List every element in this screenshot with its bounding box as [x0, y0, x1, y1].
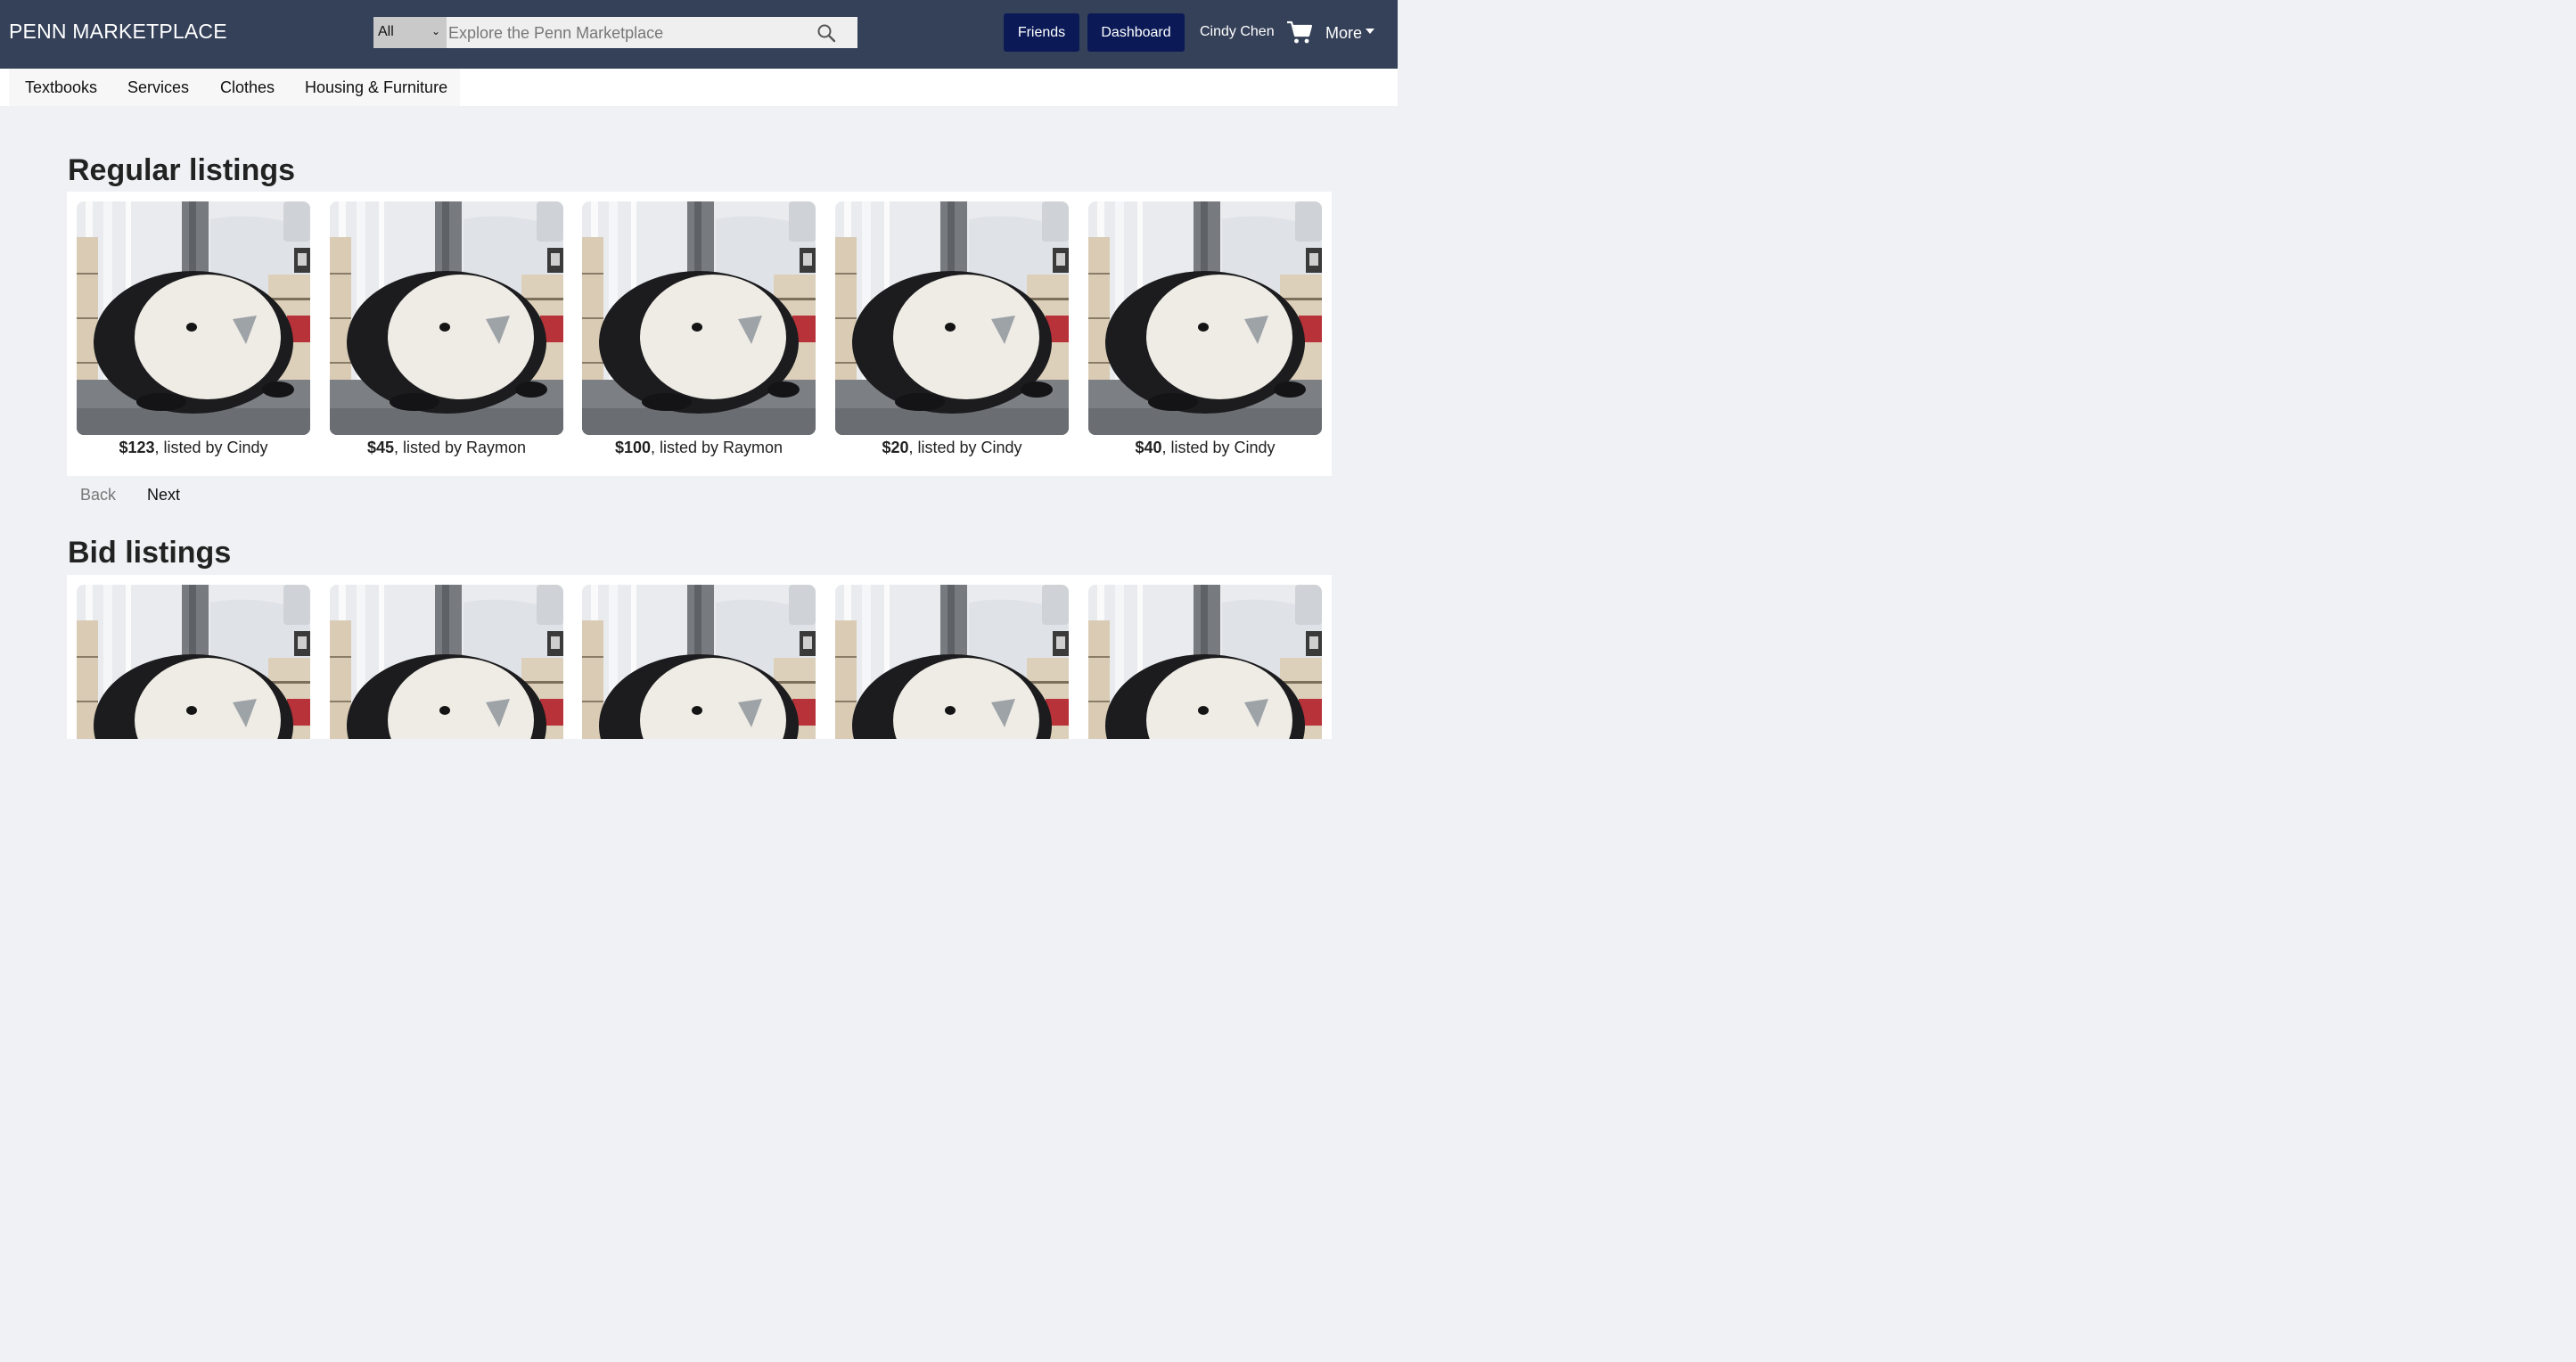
listing-price: $40: [1135, 439, 1162, 456]
cart-icon[interactable]: [1286, 19, 1313, 45]
listing-price: $100: [614, 439, 651, 456]
category-services[interactable]: Services: [127, 78, 189, 97]
listing-image[interactable]: [582, 201, 816, 435]
listing-seller: , listed by Cindy: [908, 439, 1022, 456]
listing-caption: $20, listed by Cindy: [835, 439, 1069, 457]
bid-listings-heading: Bid listings: [68, 536, 232, 570]
next-button[interactable]: Next: [147, 486, 180, 505]
category-clothes[interactable]: Clothes: [220, 78, 275, 97]
category-tabs: Textbooks Services Clothes Housing & Fur…: [9, 69, 460, 106]
caret-down-icon[interactable]: [1366, 29, 1374, 34]
category-select-value: All: [378, 24, 394, 39]
bid-listing-card[interactable]: [77, 585, 310, 739]
bid-listing-card[interactable]: [1088, 585, 1322, 739]
listing-image[interactable]: [77, 201, 310, 435]
dashboard-button[interactable]: Dashboard: [1087, 13, 1185, 52]
listing-card[interactable]: $45, listed by Raymon: [330, 201, 563, 457]
listing-image[interactable]: [1088, 585, 1322, 739]
category-textbooks[interactable]: Textbooks: [25, 78, 97, 97]
category-bar: Textbooks Services Clothes Housing & Fur…: [0, 69, 1398, 106]
back-button[interactable]: Back: [80, 486, 116, 505]
listing-image[interactable]: [330, 585, 563, 739]
listing-seller: , listed by Cindy: [1161, 439, 1276, 456]
listing-seller: , listed by Cindy: [154, 439, 268, 456]
listing-card[interactable]: $123, listed by Cindy: [77, 201, 310, 457]
regular-listings-heading: Regular listings: [68, 153, 296, 187]
listing-image[interactable]: [330, 201, 563, 435]
search-bar: All ⌄ Explore the Penn Marketplace: [373, 17, 857, 48]
listing-image[interactable]: [835, 201, 1069, 435]
more-menu[interactable]: More: [1325, 24, 1362, 43]
user-name-link[interactable]: Cindy Chen: [1200, 24, 1275, 40]
listing-image[interactable]: [835, 585, 1069, 739]
category-housing-furniture[interactable]: Housing & Furniture: [305, 78, 447, 97]
brand-logo[interactable]: PENN MARKETPLACE: [9, 20, 227, 44]
listing-caption: $40, listed by Cindy: [1088, 439, 1322, 457]
category-select[interactable]: All ⌄: [373, 17, 447, 48]
listing-image[interactable]: [1088, 201, 1322, 435]
listing-card[interactable]: $40, listed by Cindy: [1088, 201, 1322, 457]
listing-image[interactable]: [77, 585, 310, 739]
bid-listing-card[interactable]: [835, 585, 1069, 739]
listing-card[interactable]: $100, listed by Raymon: [582, 201, 816, 457]
regular-listings-panel: $123, listed by Cindy $45, listed by Ray…: [67, 192, 1332, 476]
listing-caption: $45, listed by Raymon: [330, 439, 563, 457]
listing-price: $45: [366, 439, 394, 456]
bid-listings-panel: [67, 575, 1332, 739]
listing-card[interactable]: $20, listed by Cindy: [835, 201, 1069, 457]
listing-price: $123: [119, 439, 155, 456]
search-input[interactable]: Explore the Penn Marketplace: [448, 24, 663, 43]
bid-listing-card[interactable]: [330, 585, 563, 739]
bid-listing-card[interactable]: [582, 585, 816, 739]
listing-image[interactable]: [582, 585, 816, 739]
search-icon[interactable]: [816, 23, 836, 43]
listing-price: $20: [882, 439, 909, 456]
friends-button[interactable]: Friends: [1004, 13, 1079, 52]
listing-caption: $100, listed by Raymon: [582, 439, 816, 457]
listing-seller: , listed by Raymon: [650, 439, 783, 456]
listing-caption: $123, listed by Cindy: [77, 439, 310, 457]
chevron-down-icon: ⌄: [431, 25, 440, 37]
listing-seller: , listed by Raymon: [393, 439, 527, 456]
top-navbar: PENN MARKETPLACE All ⌄ Explore the Penn …: [0, 0, 1398, 69]
